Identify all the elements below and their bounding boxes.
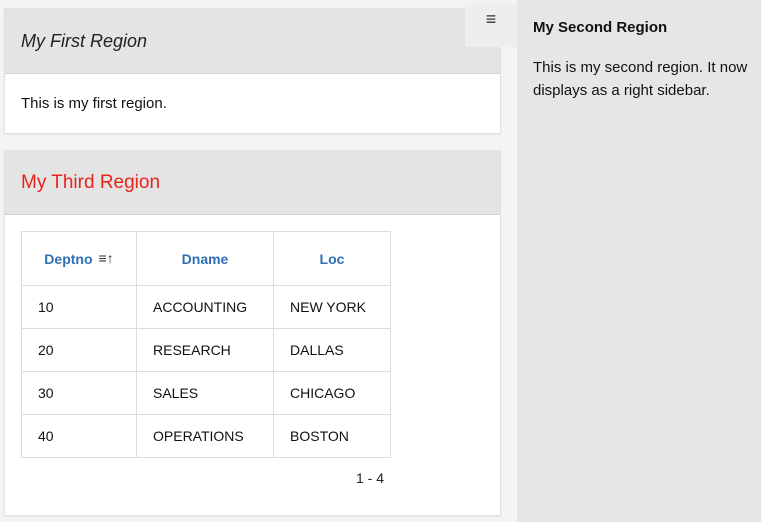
column-header-dname[interactable]: Dname — [136, 231, 274, 286]
table-row: 30 SALES CHICAGO — [21, 371, 391, 415]
third-region-header: My Third Region — [5, 151, 500, 215]
second-region-title: My Second Region — [533, 19, 668, 36]
sort-ascending-icon: ≡↑ — [98, 250, 114, 266]
table-cell: ACCOUNTING — [136, 285, 274, 329]
column-header-loc[interactable]: Loc — [273, 231, 391, 286]
table-row: 40 OPERATIONS BOSTON — [21, 414, 391, 458]
table-cell: 40 — [21, 414, 137, 458]
table-cell: OPERATIONS — [136, 414, 274, 458]
third-region: My Third Region Deptno ≡↑ Dname Loc 10 AC… — [4, 150, 501, 516]
column-header-label[interactable]: Deptno — [44, 251, 92, 267]
pagination-range: 1 - 4 — [355, 470, 384, 486]
third-region-title: My Third Region — [21, 171, 161, 193]
column-header-label[interactable]: Loc — [320, 251, 345, 267]
table-cell: SALES — [136, 371, 274, 415]
second-region-body: This is my second region. It now display… — [533, 59, 748, 99]
table-cell: CHICAGO — [273, 371, 391, 415]
table-header-row: Deptno ≡↑ Dname Loc — [21, 231, 391, 286]
sidebar-toggle-button[interactable]: ≡ — [465, 3, 517, 47]
hamburger-menu-icon: ≡ — [485, 9, 497, 29]
table-cell: DALLAS — [273, 328, 391, 372]
column-header-label[interactable]: Dname — [182, 251, 229, 267]
table-cell: 10 — [21, 285, 137, 329]
table-row: 10 ACCOUNTING NEW YORK — [21, 285, 391, 329]
column-header-deptno[interactable]: Deptno ≡↑ — [21, 231, 137, 286]
table-cell: 30 — [21, 371, 137, 415]
table-cell: 20 — [21, 328, 137, 372]
third-region-body: Deptno ≡↑ Dname Loc 10 ACCOUNTING NEW YOR… — [5, 215, 500, 486]
main-content: My First Region This is my first region.… — [0, 0, 517, 522]
first-region-header: My First Region — [5, 9, 500, 74]
right-sidebar: My Second Region This is my second regio… — [517, 0, 761, 522]
table-cell: BOSTON — [273, 414, 391, 458]
table-cell: RESEARCH — [136, 328, 274, 372]
table-cell: NEW YORK — [273, 285, 391, 329]
first-region-body: This is my first region. — [21, 95, 167, 112]
first-region: My First Region This is my first region. — [4, 8, 501, 134]
first-region-title: My First Region — [21, 30, 148, 51]
table-row: 20 RESEARCH DALLAS — [21, 328, 391, 372]
report-table: Deptno ≡↑ Dname Loc 10 ACCOUNTING NEW YOR… — [21, 231, 391, 458]
